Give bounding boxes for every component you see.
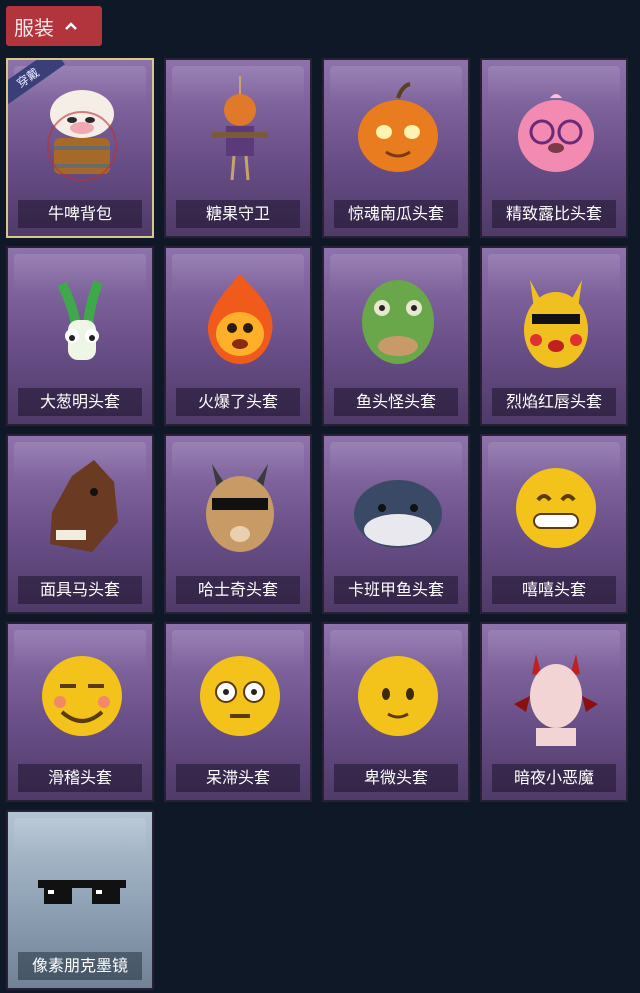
fireball-icon <box>207 274 273 364</box>
item-card[interactable]: 像素朋克墨镜 <box>6 810 154 990</box>
dazed-emoji-icon <box>200 656 280 736</box>
item-label: 暗夜小恶魔 <box>492 764 616 792</box>
item-card[interactable]: 面具马头套 <box>6 434 154 614</box>
category-tab-costume[interactable]: 服装 <box>6 6 102 46</box>
fish-head-mask-icon <box>362 280 434 364</box>
husky-mask-icon <box>206 464 274 552</box>
funny-emoji-icon <box>42 656 122 736</box>
item-card[interactable]: 卑微头套 <box>322 622 470 802</box>
item-label: 滑稽头套 <box>18 764 142 792</box>
item-card[interactable]: 糖果守卫 <box>164 58 312 238</box>
item-card[interactable]: 惊魂南瓜头套 <box>322 58 470 238</box>
item-label: 嘻嘻头套 <box>492 576 616 604</box>
item-card[interactable]: 哈士奇头套 <box>164 434 312 614</box>
item-card[interactable]: 大葱明头套 <box>6 246 154 426</box>
item-card[interactable]: 鱼头怪头套 <box>322 246 470 426</box>
item-label: 精致露比头套 <box>492 200 616 228</box>
item-card[interactable]: 嘻嘻头套 <box>480 434 628 614</box>
pink-beaver-glasses-icon <box>518 94 594 172</box>
item-label: 惊魂南瓜头套 <box>334 200 458 228</box>
item-card[interactable]: 呆滞头套 <box>164 622 312 802</box>
item-card[interactable]: 火爆了头套 <box>164 246 312 426</box>
item-label: 卑微头套 <box>334 764 458 792</box>
item-card[interactable]: 穿戴 牛啤背包 <box>6 58 154 238</box>
devil-mask-icon <box>514 654 598 746</box>
cow-beer-barrel-icon <box>47 90 117 181</box>
scarecrow-icon <box>212 76 268 181</box>
item-label: 像素朋克墨镜 <box>18 952 142 980</box>
horse-mask-icon <box>50 460 118 552</box>
item-label: 呆滞头套 <box>176 764 300 792</box>
item-label: 面具马头套 <box>18 576 142 604</box>
item-label: 鱼头怪头套 <box>334 388 458 416</box>
category-title: 服装 <box>14 15 54 40</box>
item-label: 哈士奇头套 <box>176 576 300 604</box>
whale-head-icon <box>354 480 442 548</box>
item-label: 糖果守卫 <box>176 200 300 228</box>
item-card[interactable]: 烈焰红唇头套 <box>480 246 628 426</box>
humble-emoji-icon <box>358 656 438 736</box>
item-card[interactable]: 暗夜小恶魔 <box>480 622 628 802</box>
chevron-up-icon <box>65 22 77 30</box>
item-label: 牛啤背包 <box>18 200 142 228</box>
item-card[interactable]: 卡班甲鱼头套 <box>322 434 470 614</box>
item-card[interactable]: 精致露比头套 <box>480 58 628 238</box>
pikachu-mask-icon <box>524 280 588 368</box>
item-label: 烈焰红唇头套 <box>492 388 616 416</box>
item-label: 火爆了头套 <box>176 388 300 416</box>
pixel-sunglasses-icon <box>38 880 126 904</box>
item-card[interactable]: 滑稽头套 <box>6 622 154 802</box>
costume-grid: 穿戴 牛啤背包 糖果守卫 惊魂南瓜头套 精致露比头套 大葱明头套 火爆了头套 鱼… <box>6 58 628 990</box>
green-onion-icon <box>57 280 103 360</box>
pumpkin-icon <box>358 82 438 172</box>
item-label: 大葱明头套 <box>18 388 142 416</box>
item-label: 卡班甲鱼头套 <box>334 576 458 604</box>
grin-emoji-icon <box>516 468 596 548</box>
